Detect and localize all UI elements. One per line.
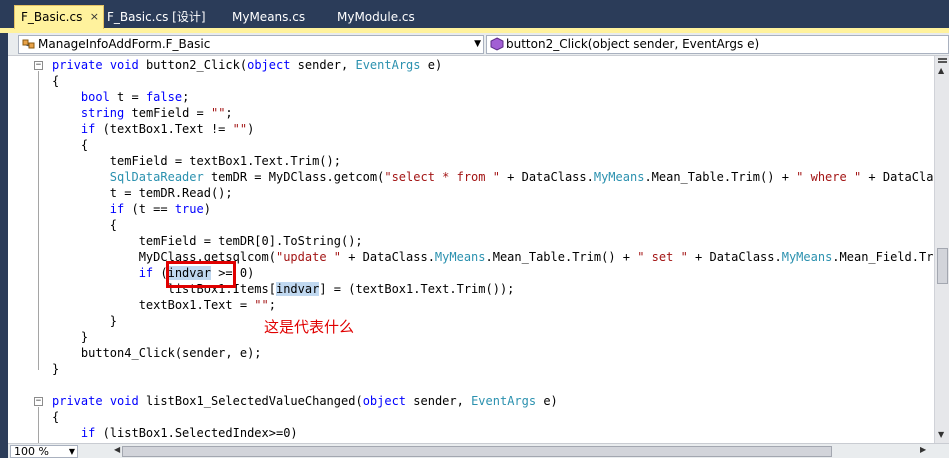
outline-line bbox=[38, 407, 39, 443]
code-text[interactable]: private void button2_Click(object sender… bbox=[52, 57, 934, 443]
scroll-left-icon[interactable]: ◀ bbox=[114, 445, 120, 454]
tab-label: F_Basic.cs bbox=[21, 10, 83, 24]
zoom-value: 100 % bbox=[14, 445, 49, 458]
highlighted-identifier: indvar bbox=[275, 282, 320, 296]
class-dropdown-value: ManageInfoAddForm.F_Basic bbox=[38, 37, 211, 51]
tab-mymodule-cs[interactable]: MyModule.cs bbox=[331, 6, 415, 28]
tab-f-basic-designer[interactable]: F_Basic.cs [设计] bbox=[101, 6, 206, 28]
code-line: { bbox=[52, 410, 60, 424]
collapse-icon[interactable]: − bbox=[34, 397, 43, 406]
vertical-scroll-thumb[interactable] bbox=[937, 248, 948, 284]
dropdown-arrow-icon: ▼ bbox=[474, 39, 481, 49]
code-line: temField = textBox1.Text.Trim(); bbox=[52, 154, 341, 168]
code-line: } bbox=[52, 314, 118, 328]
code-line: temField = temDR[0].ToString(); bbox=[52, 234, 363, 248]
code-line: bool t = false; bbox=[80, 90, 190, 104]
code-editor: ManageInfoAddForm.F_Basic ▼ button2_Clic… bbox=[8, 33, 949, 458]
horizontal-scrollbar[interactable]: ◀ ▶ bbox=[94, 445, 934, 458]
code-line: button4_Click(sender, e); bbox=[52, 346, 262, 360]
code-line: } bbox=[52, 362, 60, 376]
dropdown-arrow-icon: ▼ bbox=[68, 447, 75, 456]
annotation-highlight-box bbox=[166, 261, 236, 288]
code-line: if (listBox1.SelectedIndex>=0) bbox=[80, 426, 298, 440]
tab-label: MyModule.cs bbox=[337, 10, 415, 24]
annotation-text: 这是代表什么 bbox=[264, 318, 355, 336]
method-icon bbox=[490, 37, 504, 51]
scroll-down-icon[interactable]: ▼ bbox=[938, 430, 944, 439]
tab-f-basic-cs[interactable]: F_Basic.cs × bbox=[14, 5, 104, 29]
document-tab-strip: F_Basic.cs × F_Basic.cs [设计] MyMeans.cs … bbox=[0, 0, 949, 33]
scroll-right-icon[interactable]: ▶ bbox=[920, 445, 926, 454]
class-dropdown[interactable]: ManageInfoAddForm.F_Basic ▼ bbox=[18, 35, 484, 54]
class-icon bbox=[22, 39, 35, 49]
code-line: private void listBox1_SelectedValueChang… bbox=[52, 394, 558, 408]
code-line: listBox1.Items[indvar] = (textBox1.Text.… bbox=[52, 282, 515, 296]
code-line: SqlDataReader temDR = MyDClass.getcom("s… bbox=[109, 170, 934, 184]
code-line: { bbox=[52, 218, 118, 232]
tab-label: F_Basic.cs [设计] bbox=[107, 10, 206, 24]
code-line: if (t == true) bbox=[109, 202, 211, 216]
vertical-scrollbar[interactable]: ▲ ▼ bbox=[934, 56, 949, 443]
code-line: t = temDR.Read(); bbox=[52, 186, 233, 200]
tab-mymeans-cs[interactable]: MyMeans.cs bbox=[226, 6, 305, 28]
navigation-bar: ManageInfoAddForm.F_Basic ▼ button2_Clic… bbox=[8, 33, 949, 56]
collapse-icon[interactable]: − bbox=[34, 61, 43, 70]
close-icon[interactable]: × bbox=[90, 6, 99, 28]
splitter-handle[interactable] bbox=[938, 58, 947, 63]
member-dropdown[interactable]: button2_Click(object sender, EventArgs e… bbox=[486, 35, 949, 54]
scroll-up-icon[interactable]: ▲ bbox=[938, 66, 944, 75]
tab-label: MyMeans.cs bbox=[232, 10, 306, 24]
code-line: string temField = ""; bbox=[80, 106, 233, 120]
horizontal-scroll-thumb[interactable] bbox=[122, 446, 832, 457]
member-dropdown-value: button2_Click(object sender, EventArgs e… bbox=[506, 37, 760, 51]
code-line: { bbox=[52, 138, 89, 152]
editor-bottom-bar: 100 % ▼ ◀ ▶ bbox=[8, 443, 949, 458]
zoom-dropdown[interactable]: 100 % ▼ bbox=[10, 445, 78, 458]
code-line: { bbox=[52, 74, 60, 88]
outline-line bbox=[38, 71, 39, 370]
code-line: private void button2_Click(object sender… bbox=[52, 58, 443, 72]
editor-gutter bbox=[8, 56, 38, 443]
code-line: } bbox=[52, 330, 89, 344]
code-line: textBox1.Text = ""; bbox=[52, 298, 276, 312]
code-line: if (textBox1.Text != "") bbox=[80, 122, 255, 136]
